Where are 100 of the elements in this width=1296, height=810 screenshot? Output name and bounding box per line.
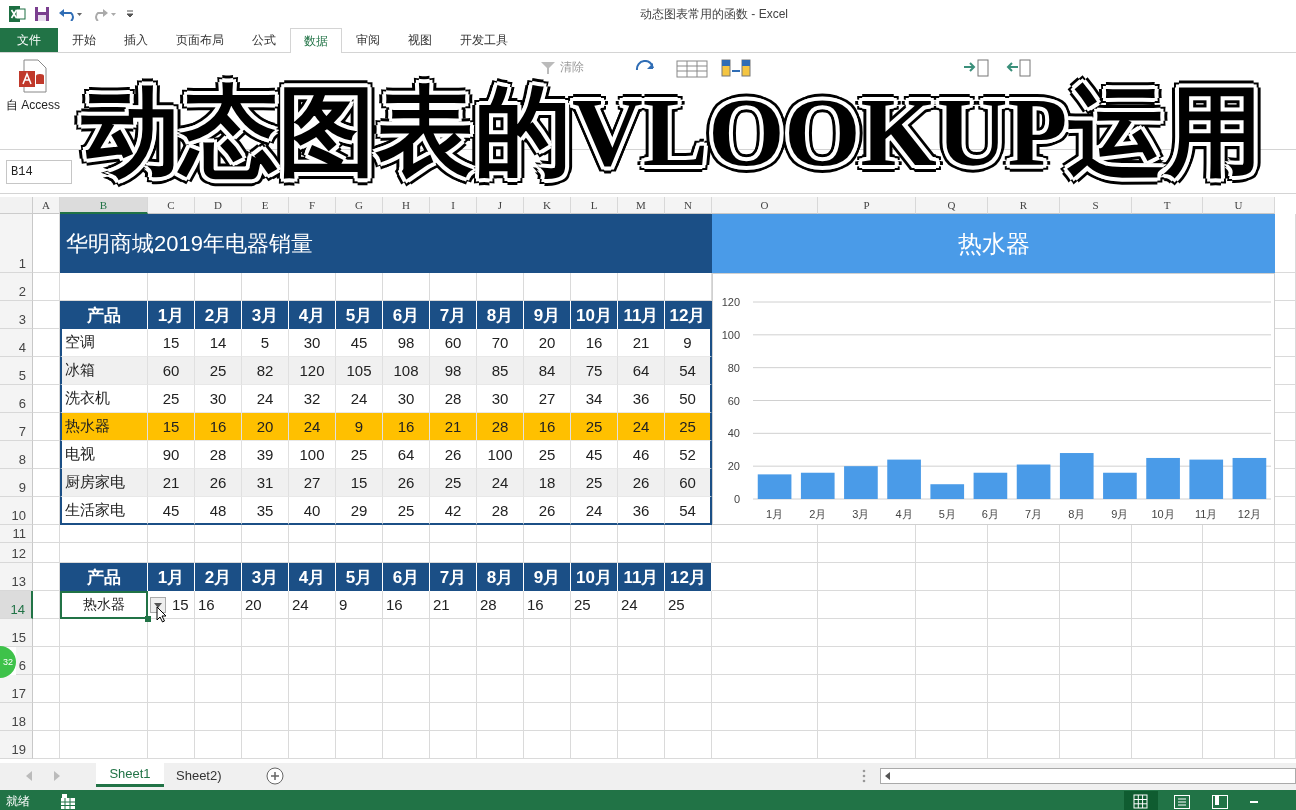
empty-cell[interactable]: [618, 731, 665, 759]
empty-cell[interactable]: [1203, 647, 1275, 675]
empty-cell[interactable]: [1203, 543, 1275, 563]
column-header[interactable]: T: [1132, 197, 1203, 214]
empty-cell[interactable]: [336, 731, 383, 759]
empty-cell[interactable]: [1060, 563, 1132, 591]
empty-cell[interactable]: [60, 647, 148, 675]
empty-cell[interactable]: [1275, 525, 1296, 543]
empty-cell[interactable]: [60, 703, 148, 731]
empty-cell[interactable]: [916, 591, 988, 619]
row-header[interactable]: 9: [0, 469, 33, 497]
horizontal-scrollbar[interactable]: [879, 768, 1296, 784]
empty-cell[interactable]: [665, 675, 712, 703]
empty-cell[interactable]: [148, 731, 195, 759]
row-header[interactable]: 8: [0, 441, 33, 469]
splitter-icon[interactable]: [861, 769, 866, 783]
column-header[interactable]: M: [618, 197, 665, 214]
empty-cell[interactable]: [712, 619, 818, 647]
file-tab[interactable]: 文件: [0, 28, 58, 52]
empty-cell[interactable]: [818, 731, 916, 759]
empty-cell[interactable]: [1275, 563, 1296, 591]
empty-cell[interactable]: [712, 591, 818, 619]
empty-cell[interactable]: [988, 591, 1060, 619]
column-header[interactable]: B: [60, 197, 148, 214]
empty-cell[interactable]: [1060, 543, 1132, 563]
empty-cell[interactable]: [524, 647, 571, 675]
empty-cell[interactable]: [242, 675, 289, 703]
empty-cell[interactable]: [1060, 619, 1132, 647]
empty-cell[interactable]: [33, 273, 60, 301]
empty-cell[interactable]: [1132, 591, 1203, 619]
column-header[interactable]: G: [336, 197, 383, 214]
ribbon-tab[interactable]: 视图: [394, 28, 446, 52]
empty-cell[interactable]: [571, 647, 618, 675]
empty-cell[interactable]: [618, 619, 665, 647]
column-header[interactable]: Q: [916, 197, 988, 214]
empty-cell[interactable]: [571, 731, 618, 759]
column-header[interactable]: N: [665, 197, 712, 214]
empty-cell[interactable]: [618, 703, 665, 731]
empty-cell[interactable]: [383, 647, 430, 675]
row-header[interactable]: 11: [0, 525, 33, 543]
empty-cell[interactable]: [1060, 591, 1132, 619]
empty-cell[interactable]: [1203, 731, 1275, 759]
empty-cell[interactable]: [430, 703, 477, 731]
empty-cell[interactable]: [289, 647, 336, 675]
empty-cell[interactable]: [665, 703, 712, 731]
ribbon-tab[interactable]: 公式: [238, 28, 290, 52]
column-header[interactable]: O: [712, 197, 818, 214]
empty-cell[interactable]: [33, 647, 60, 675]
empty-cell[interactable]: [195, 675, 242, 703]
empty-cell[interactable]: [988, 675, 1060, 703]
empty-cell[interactable]: [60, 675, 148, 703]
empty-cell[interactable]: [148, 675, 195, 703]
empty-cell[interactable]: [818, 619, 916, 647]
empty-cell[interactable]: [477, 675, 524, 703]
table-icon[interactable]: [676, 60, 708, 78]
column-header[interactable]: H: [383, 197, 430, 214]
empty-cell[interactable]: [1275, 703, 1296, 731]
empty-cell[interactable]: [33, 619, 60, 647]
column-header[interactable]: F: [289, 197, 336, 214]
empty-cell[interactable]: [712, 731, 818, 759]
row-header[interactable]: 19: [0, 731, 33, 759]
column-header[interactable]: U: [1203, 197, 1275, 214]
empty-cell[interactable]: [1132, 563, 1203, 591]
empty-cell[interactable]: [60, 731, 148, 759]
row-header[interactable]: 6: [0, 385, 33, 413]
empty-cell[interactable]: [477, 619, 524, 647]
empty-cell[interactable]: [195, 703, 242, 731]
empty-cell[interactable]: [818, 675, 916, 703]
empty-cell[interactable]: [1132, 703, 1203, 731]
empty-cell[interactable]: [524, 703, 571, 731]
empty-cell[interactable]: [524, 675, 571, 703]
empty-cell[interactable]: [477, 731, 524, 759]
empty-cell[interactable]: [524, 619, 571, 647]
empty-cell[interactable]: [571, 703, 618, 731]
column-header[interactable]: C: [148, 197, 195, 214]
add-sheet-icon[interactable]: [265, 767, 284, 785]
empty-cell[interactable]: [1275, 619, 1296, 647]
column-header[interactable]: J: [477, 197, 524, 214]
empty-cell[interactable]: [571, 619, 618, 647]
empty-cell[interactable]: [988, 543, 1060, 563]
access-icon[interactable]: [18, 59, 48, 93]
empty-cell[interactable]: [383, 675, 430, 703]
row-header[interactable]: 7: [0, 413, 33, 441]
column-header[interactable]: R: [988, 197, 1060, 214]
empty-cell[interactable]: [818, 703, 916, 731]
empty-cell[interactable]: [1203, 563, 1275, 591]
empty-cell[interactable]: [1132, 731, 1203, 759]
empty-cell[interactable]: [430, 647, 477, 675]
empty-cell[interactable]: [1275, 543, 1296, 563]
empty-cell[interactable]: [242, 703, 289, 731]
empty-cell[interactable]: [1060, 731, 1132, 759]
empty-cell[interactable]: [1060, 647, 1132, 675]
empty-cell[interactable]: [383, 731, 430, 759]
column-header[interactable]: S: [1060, 197, 1132, 214]
normal-view-icon[interactable]: [1124, 790, 1158, 810]
empty-cell[interactable]: [336, 647, 383, 675]
empty-cell[interactable]: [242, 647, 289, 675]
empty-cell[interactable]: [916, 647, 988, 675]
empty-cell[interactable]: [1275, 731, 1296, 759]
access-button-label[interactable]: 自 Access: [6, 97, 60, 114]
